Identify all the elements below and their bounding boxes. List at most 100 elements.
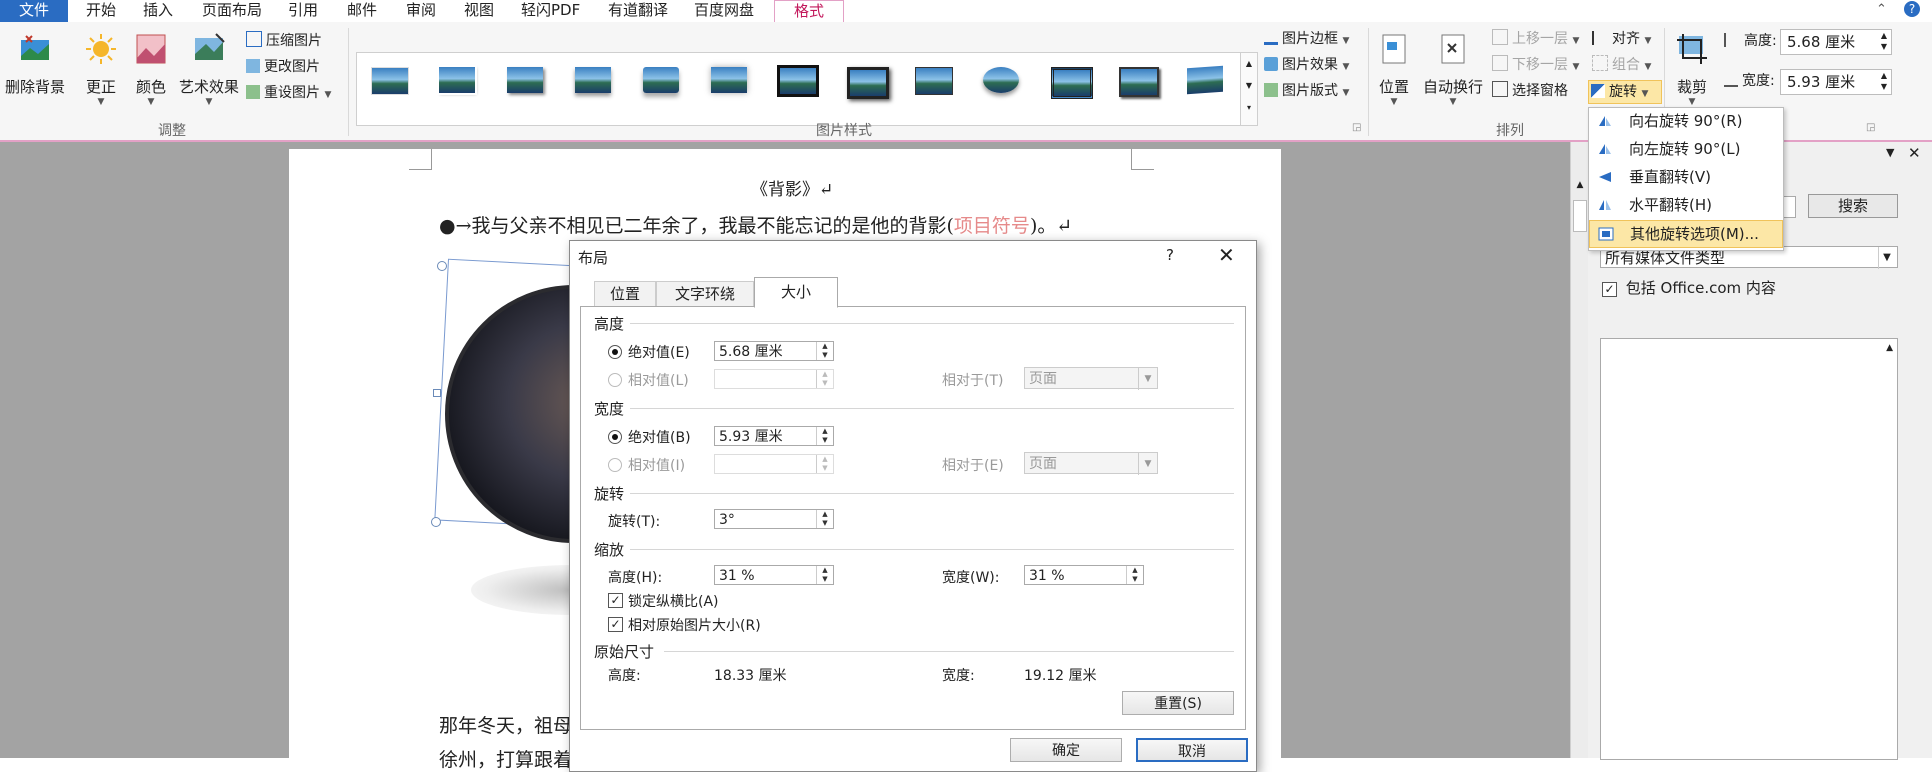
- remove-background-button[interactable]: 删除背景: [2, 32, 68, 97]
- picture-border-button[interactable]: 图片边框 ▼: [1264, 28, 1349, 50]
- flip-vertical-item[interactable]: 垂直翻转(V): [1589, 164, 1783, 190]
- tab-mailings[interactable]: 邮件: [341, 0, 383, 22]
- ribbon-width-input[interactable]: 5.93 厘米 ▲ ▼: [1780, 69, 1892, 95]
- ribbon-height-input[interactable]: 5.68 厘米 ▲ ▼: [1780, 29, 1892, 55]
- relative-original-checkbox[interactable]: ✓: [608, 617, 623, 632]
- picture-style-12[interactable]: [1115, 63, 1159, 97]
- remove-background-icon: [21, 35, 49, 60]
- original-height-label: 高度:: [608, 668, 641, 684]
- flip-horizontal-icon: [1599, 200, 1611, 210]
- dialog-tab-text-wrap[interactable]: 文字环绕: [656, 281, 754, 306]
- picture-style-8[interactable]: [843, 63, 889, 99]
- picture-style-5[interactable]: [639, 63, 683, 97]
- reset-picture-button[interactable]: 重设图片 ▼: [246, 82, 331, 104]
- lock-aspect-ratio-checkbox[interactable]: ✓: [608, 593, 623, 608]
- art-effect-button[interactable]: 艺术效果 ▼: [176, 32, 242, 107]
- search-button[interactable]: 搜索: [1808, 194, 1898, 218]
- rotate-right-icon: [1599, 116, 1611, 126]
- correct-button[interactable]: 更正 ▼: [80, 32, 122, 107]
- include-office-checkbox[interactable]: ✓ 包括 Office.com 内容: [1602, 277, 1776, 298]
- compress-pictures-button[interactable]: 压缩图片: [246, 30, 322, 52]
- selection-pane-icon: [1492, 81, 1508, 97]
- rotation-label: 旋转(T):: [608, 514, 661, 530]
- dialog-tab-size[interactable]: 大小: [754, 277, 838, 308]
- dialog-titlebar[interactable]: 布局 ? ✕: [570, 241, 1256, 273]
- picture-layout-button[interactable]: 图片版式 ▼: [1264, 80, 1349, 102]
- help-icon[interactable]: ?: [1904, 1, 1920, 17]
- results-scroll-up-icon[interactable]: ▲: [1886, 343, 1893, 353]
- align-button[interactable]: 对齐 ▼: [1592, 28, 1651, 50]
- more-rotation-options-item[interactable]: 其他旋转选项(M)...: [1589, 220, 1783, 248]
- scale-width-input[interactable]: 31 % ▲ ▼: [1024, 565, 1144, 585]
- height-relative-radio[interactable]: [608, 373, 622, 387]
- tab-baidu[interactable]: 百度网盘: [688, 0, 760, 22]
- width-absolute-input[interactable]: 5.93 厘米 ▲ ▼: [714, 426, 834, 446]
- dialog-close-icon[interactable]: ✕: [1218, 243, 1235, 267]
- flip-horizontal-item[interactable]: 水平翻转(H): [1589, 192, 1783, 218]
- tab-home[interactable]: 开始: [80, 0, 122, 22]
- height-relative-to-select[interactable]: 页面 ▼: [1024, 367, 1158, 390]
- rotate-left-90-item[interactable]: 向左旋转 90°(L): [1589, 136, 1783, 162]
- selection-pane-button[interactable]: 选择窗格: [1492, 80, 1568, 102]
- pane-close-icon[interactable]: ✕: [1908, 144, 1921, 162]
- height-absolute-input[interactable]: 5.68 厘米 ▲ ▼: [714, 341, 834, 361]
- wrap-text-button[interactable]: 自动换行 ▼: [1420, 32, 1486, 107]
- picture-style-3[interactable]: [503, 63, 547, 97]
- group-button[interactable]: 组合 ▼: [1592, 54, 1651, 76]
- picture-style-13[interactable]: [1183, 63, 1227, 97]
- picture-effect-button[interactable]: 图片效果 ▼: [1264, 54, 1349, 76]
- color-button[interactable]: 颜色 ▼: [130, 32, 172, 107]
- width-relative-input[interactable]: ▲ ▼: [714, 454, 834, 474]
- picture-style-11[interactable]: [1047, 63, 1093, 99]
- width-section-title: 宽度: [594, 400, 625, 418]
- picture-style-10[interactable]: [979, 63, 1023, 97]
- tab-youdao[interactable]: 有道翻译: [602, 0, 674, 22]
- position-icon: [1382, 34, 1406, 64]
- height-relative-input[interactable]: ▲ ▼: [714, 369, 834, 389]
- tab-format[interactable]: 格式: [774, 0, 844, 24]
- change-picture-button[interactable]: 更改图片: [246, 56, 320, 78]
- collapse-ribbon-icon[interactable]: ⌃: [1876, 2, 1887, 17]
- tab-insert[interactable]: 插入: [137, 0, 179, 22]
- picture-style-2[interactable]: [435, 63, 479, 97]
- menu-bar: 文件 开始 插入 页面布局 引用 邮件 审阅 视图 轻闪PDF 有道翻译 百度网…: [0, 0, 1932, 24]
- reset-button[interactable]: 重置(S): [1122, 691, 1234, 715]
- position-button[interactable]: 位置 ▼: [1376, 32, 1412, 107]
- picture-style-6[interactable]: [707, 63, 751, 97]
- rotation-input[interactable]: 3° ▲ ▼: [714, 509, 834, 529]
- send-backward-button[interactable]: 下移一层 ▼: [1492, 54, 1579, 76]
- dialog-tab-position[interactable]: 位置: [594, 281, 656, 306]
- layout-icon: [1264, 83, 1278, 97]
- rotate-button[interactable]: 旋转 ▼: [1588, 80, 1662, 104]
- picture-style-4[interactable]: [571, 63, 615, 97]
- gallery-scroll[interactable]: ▲ ▼ ▾: [1240, 52, 1258, 126]
- scale-height-input[interactable]: 31 % ▲ ▼: [714, 565, 834, 585]
- rotate-right-90-item[interactable]: 向右旋转 90°(R): [1589, 108, 1783, 134]
- tab-file[interactable]: 文件: [0, 0, 68, 22]
- tab-review[interactable]: 审阅: [400, 0, 442, 22]
- tab-pdf[interactable]: 轻闪PDF: [515, 0, 586, 22]
- width-absolute-radio[interactable]: [608, 430, 622, 444]
- cancel-button[interactable]: 取消: [1136, 738, 1248, 762]
- height-absolute-radio[interactable]: [608, 345, 622, 359]
- tab-page-layout[interactable]: 页面布局: [196, 0, 268, 22]
- width-relative-radio[interactable]: [608, 458, 622, 472]
- ok-button[interactable]: 确定: [1010, 738, 1122, 762]
- tab-view[interactable]: 视图: [458, 0, 500, 22]
- width-relative-label: 相对值(I): [628, 458, 686, 474]
- picture-style-7[interactable]: [775, 63, 819, 97]
- picture-style-9[interactable]: [911, 63, 955, 97]
- document-scrollbar[interactable]: ▲: [1570, 142, 1589, 758]
- doc-paragraph-1: 那年冬天，祖母: [439, 715, 573, 737]
- crop-button[interactable]: 裁剪 ▼: [1670, 32, 1714, 107]
- rotate-menu: 向右旋转 90°(R) 向左旋转 90°(L) 垂直翻转(V) 水平翻转(H) …: [1588, 107, 1784, 251]
- width-relative-to-select[interactable]: 页面 ▼: [1024, 452, 1158, 475]
- size-dialog-launcher-icon[interactable]: ◲: [1866, 122, 1875, 133]
- picture-style-1[interactable]: [367, 63, 411, 97]
- pane-menu-icon[interactable]: ▼: [1886, 146, 1894, 159]
- dialog-help-icon[interactable]: ?: [1166, 246, 1174, 264]
- tab-references[interactable]: 引用: [282, 0, 324, 22]
- more-rotation-icon: [1598, 227, 1614, 241]
- styles-dialog-launcher-icon[interactable]: ◲: [1352, 122, 1361, 133]
- bring-forward-button[interactable]: 上移一层 ▼: [1492, 28, 1579, 50]
